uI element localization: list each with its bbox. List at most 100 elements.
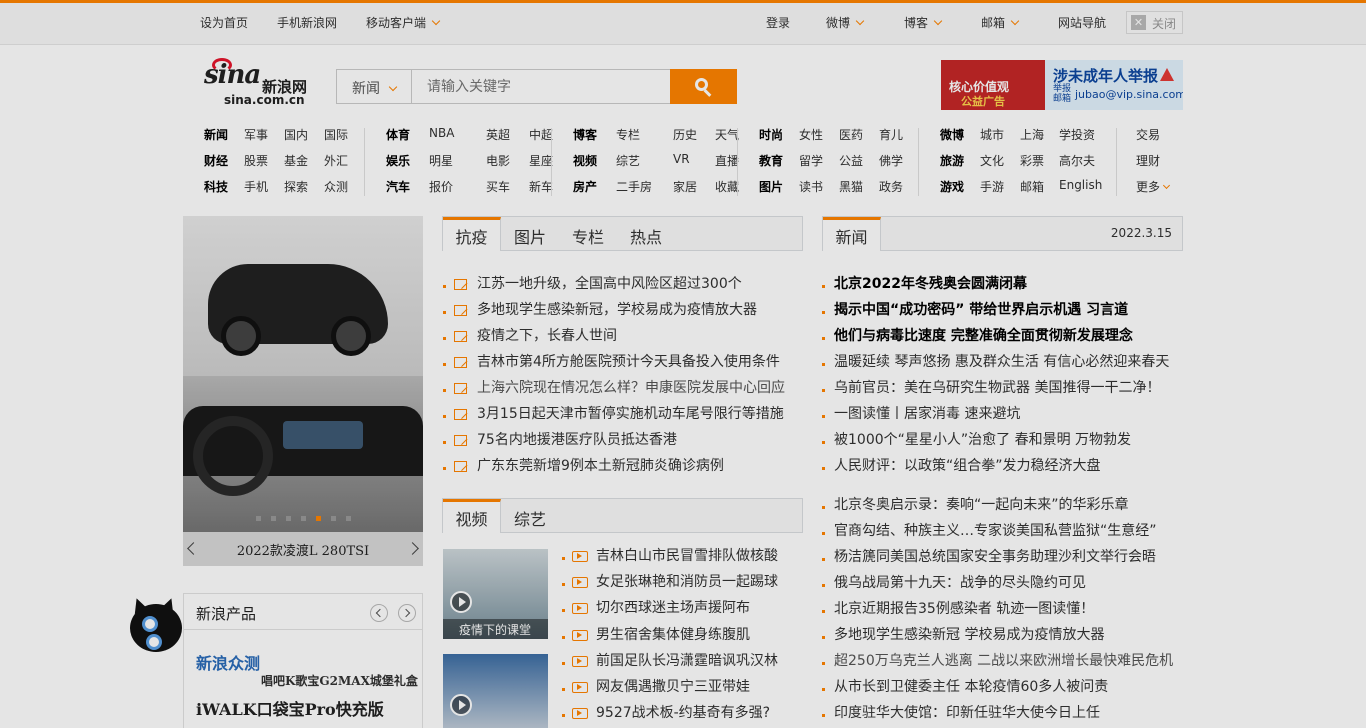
carousel-dot[interactable] — [286, 516, 291, 521]
nav-link[interactable]: English — [1059, 178, 1102, 192]
nav-link[interactable]: 基金 — [284, 152, 308, 169]
nav-link[interactable]: 博客 — [573, 126, 597, 143]
carousel-caption[interactable]: 2022款凌渡L 280TSI — [183, 540, 423, 559]
photo-carousel[interactable]: 2022款凌渡L 280TSI — [183, 216, 423, 566]
nav-link[interactable]: 收藏 — [715, 178, 739, 195]
nav-link[interactable]: 探索 — [284, 178, 308, 195]
tab-pictures[interactable]: 图片 — [501, 217, 559, 251]
cat-mascot-icon[interactable] — [122, 596, 184, 656]
nav-link[interactable]: 图片 — [759, 178, 783, 195]
login-link[interactable]: 登录 — [766, 14, 790, 31]
nav-link[interactable]: 理财 — [1136, 152, 1160, 169]
nav-link[interactable]: 汽车 — [386, 178, 410, 195]
nav-link[interactable]: 体育 — [386, 126, 410, 143]
mobile-sina-link[interactable]: 手机新浪网 — [277, 14, 337, 31]
nav-link[interactable]: 公益 — [839, 152, 863, 169]
nav-link[interactable]: VR — [673, 152, 690, 166]
nav-link[interactable]: 政务 — [879, 178, 903, 195]
nav-link[interactable]: 买车 — [486, 178, 510, 195]
nav-link[interactable]: 学投资 — [1059, 126, 1095, 143]
nav-link[interactable]: 股票 — [244, 152, 268, 169]
nav-link[interactable]: 历史 — [673, 126, 697, 143]
nav-link[interactable]: 文化 — [980, 152, 1004, 169]
nav-link[interactable]: 更多 — [1136, 178, 1171, 195]
nav-link[interactable]: 视频 — [573, 152, 597, 169]
video-thumbnail[interactable]: 疫情下的课堂 — [443, 549, 548, 639]
nav-link[interactable]: 房产 — [573, 178, 597, 195]
nav-link[interactable]: 上海 — [1020, 126, 1044, 143]
carousel-dot[interactable] — [346, 516, 351, 521]
nav-link[interactable]: 英超 — [486, 126, 510, 143]
products-next-button[interactable] — [398, 604, 416, 622]
nav-link[interactable]: 留学 — [799, 152, 823, 169]
search-button[interactable] — [670, 69, 737, 104]
nav-link[interactable]: 报价 — [429, 178, 453, 195]
ad-banner[interactable]: 核心价值观 公益广告 涉未成年人举报 举报邮箱 jubao@vip.sina.c… — [941, 60, 1183, 110]
carousel-dot[interactable] — [256, 516, 261, 521]
nav-link[interactable]: 直播 — [715, 152, 739, 169]
nav-link[interactable]: NBA — [429, 126, 454, 140]
set-homepage-link[interactable]: 设为首页 — [200, 14, 248, 31]
nav-link[interactable]: 交易 — [1136, 126, 1160, 143]
nav-link[interactable]: 时尚 — [759, 126, 783, 143]
nav-link[interactable]: 电影 — [486, 152, 510, 169]
carousel-dot[interactable] — [271, 516, 276, 521]
tab-news[interactable]: 新闻 — [823, 217, 881, 251]
nav-link[interactable]: 新车 — [529, 178, 553, 195]
sina-logo[interactable]: sina 新浪网 sina.com.cn — [204, 58, 314, 108]
tab-antiepidemic[interactable]: 抗疫 — [443, 217, 501, 251]
search-input[interactable] — [413, 70, 671, 103]
site-nav-link[interactable]: 网站导航 — [1058, 14, 1106, 31]
nav-link[interactable]: 专栏 — [616, 126, 640, 143]
product-item-2[interactable]: 唱吧K歌宝G2MAX城堡礼盒 — [261, 672, 418, 689]
nav-link[interactable]: 旅游 — [940, 152, 964, 169]
nav-link[interactable]: 手机 — [244, 178, 268, 195]
nav-link[interactable]: 高尔夫 — [1059, 152, 1095, 169]
nav-link[interactable]: 邮箱 — [1020, 178, 1044, 195]
carousel-dot[interactable] — [301, 516, 306, 521]
weibo-menu[interactable]: 微博 — [826, 14, 865, 31]
nav-link[interactable]: 彩票 — [1020, 152, 1044, 169]
nav-link[interactable]: 教育 — [759, 152, 783, 169]
close-button[interactable]: ✕ 关闭 — [1126, 11, 1183, 34]
nav-link[interactable]: 众测 — [324, 178, 348, 195]
video-thumbnail[interactable] — [443, 654, 548, 728]
nav-link[interactable]: 城市 — [980, 126, 1004, 143]
nav-link[interactable]: 综艺 — [616, 152, 640, 169]
nav-link[interactable]: 黑猫 — [839, 178, 863, 195]
nav-link[interactable]: 外汇 — [324, 152, 348, 169]
nav-link[interactable]: 手游 — [980, 178, 1004, 195]
carousel-dot[interactable] — [331, 516, 336, 521]
nav-link[interactable]: 星座 — [529, 152, 553, 169]
tab-columns[interactable]: 专栏 — [559, 217, 617, 251]
nav-link[interactable]: 国内 — [284, 126, 308, 143]
nav-link[interactable]: 娱乐 — [386, 152, 410, 169]
search-category-select[interactable]: 新闻 — [337, 70, 412, 103]
nav-link[interactable]: 明星 — [429, 152, 453, 169]
nav-link[interactable]: 育儿 — [879, 126, 903, 143]
nav-link[interactable]: 女性 — [799, 126, 823, 143]
mail-menu[interactable]: 邮箱 — [981, 14, 1020, 31]
nav-link[interactable]: 微博 — [940, 126, 964, 143]
nav-link[interactable]: 读书 — [799, 178, 823, 195]
nav-link[interactable]: 国际 — [324, 126, 348, 143]
nav-link[interactable]: 家居 — [673, 178, 697, 195]
tab-variety[interactable]: 综艺 — [501, 499, 559, 533]
mobile-client-menu[interactable]: 移动客户端 — [366, 14, 441, 31]
carousel-dot[interactable] — [316, 516, 321, 521]
product-crowdtest[interactable]: 新浪众测 — [196, 650, 260, 674]
product-item-3[interactable]: iWALK口袋宝Pro快充版 — [196, 696, 384, 720]
nav-link[interactable]: 天气 — [715, 126, 739, 143]
nav-link[interactable]: 军事 — [244, 126, 268, 143]
products-prev-button[interactable] — [370, 604, 388, 622]
tab-hot[interactable]: 热点 — [617, 217, 675, 251]
nav-link[interactable]: 游戏 — [940, 178, 964, 195]
nav-link[interactable]: 中超 — [529, 126, 553, 143]
nav-link[interactable]: 新闻 — [204, 126, 228, 143]
nav-link[interactable]: 佛学 — [879, 152, 903, 169]
blog-menu[interactable]: 博客 — [904, 14, 943, 31]
nav-link[interactable]: 二手房 — [616, 178, 652, 195]
tab-video[interactable]: 视频 — [443, 499, 501, 533]
nav-link[interactable]: 医药 — [839, 126, 863, 143]
nav-link[interactable]: 财经 — [204, 152, 228, 169]
